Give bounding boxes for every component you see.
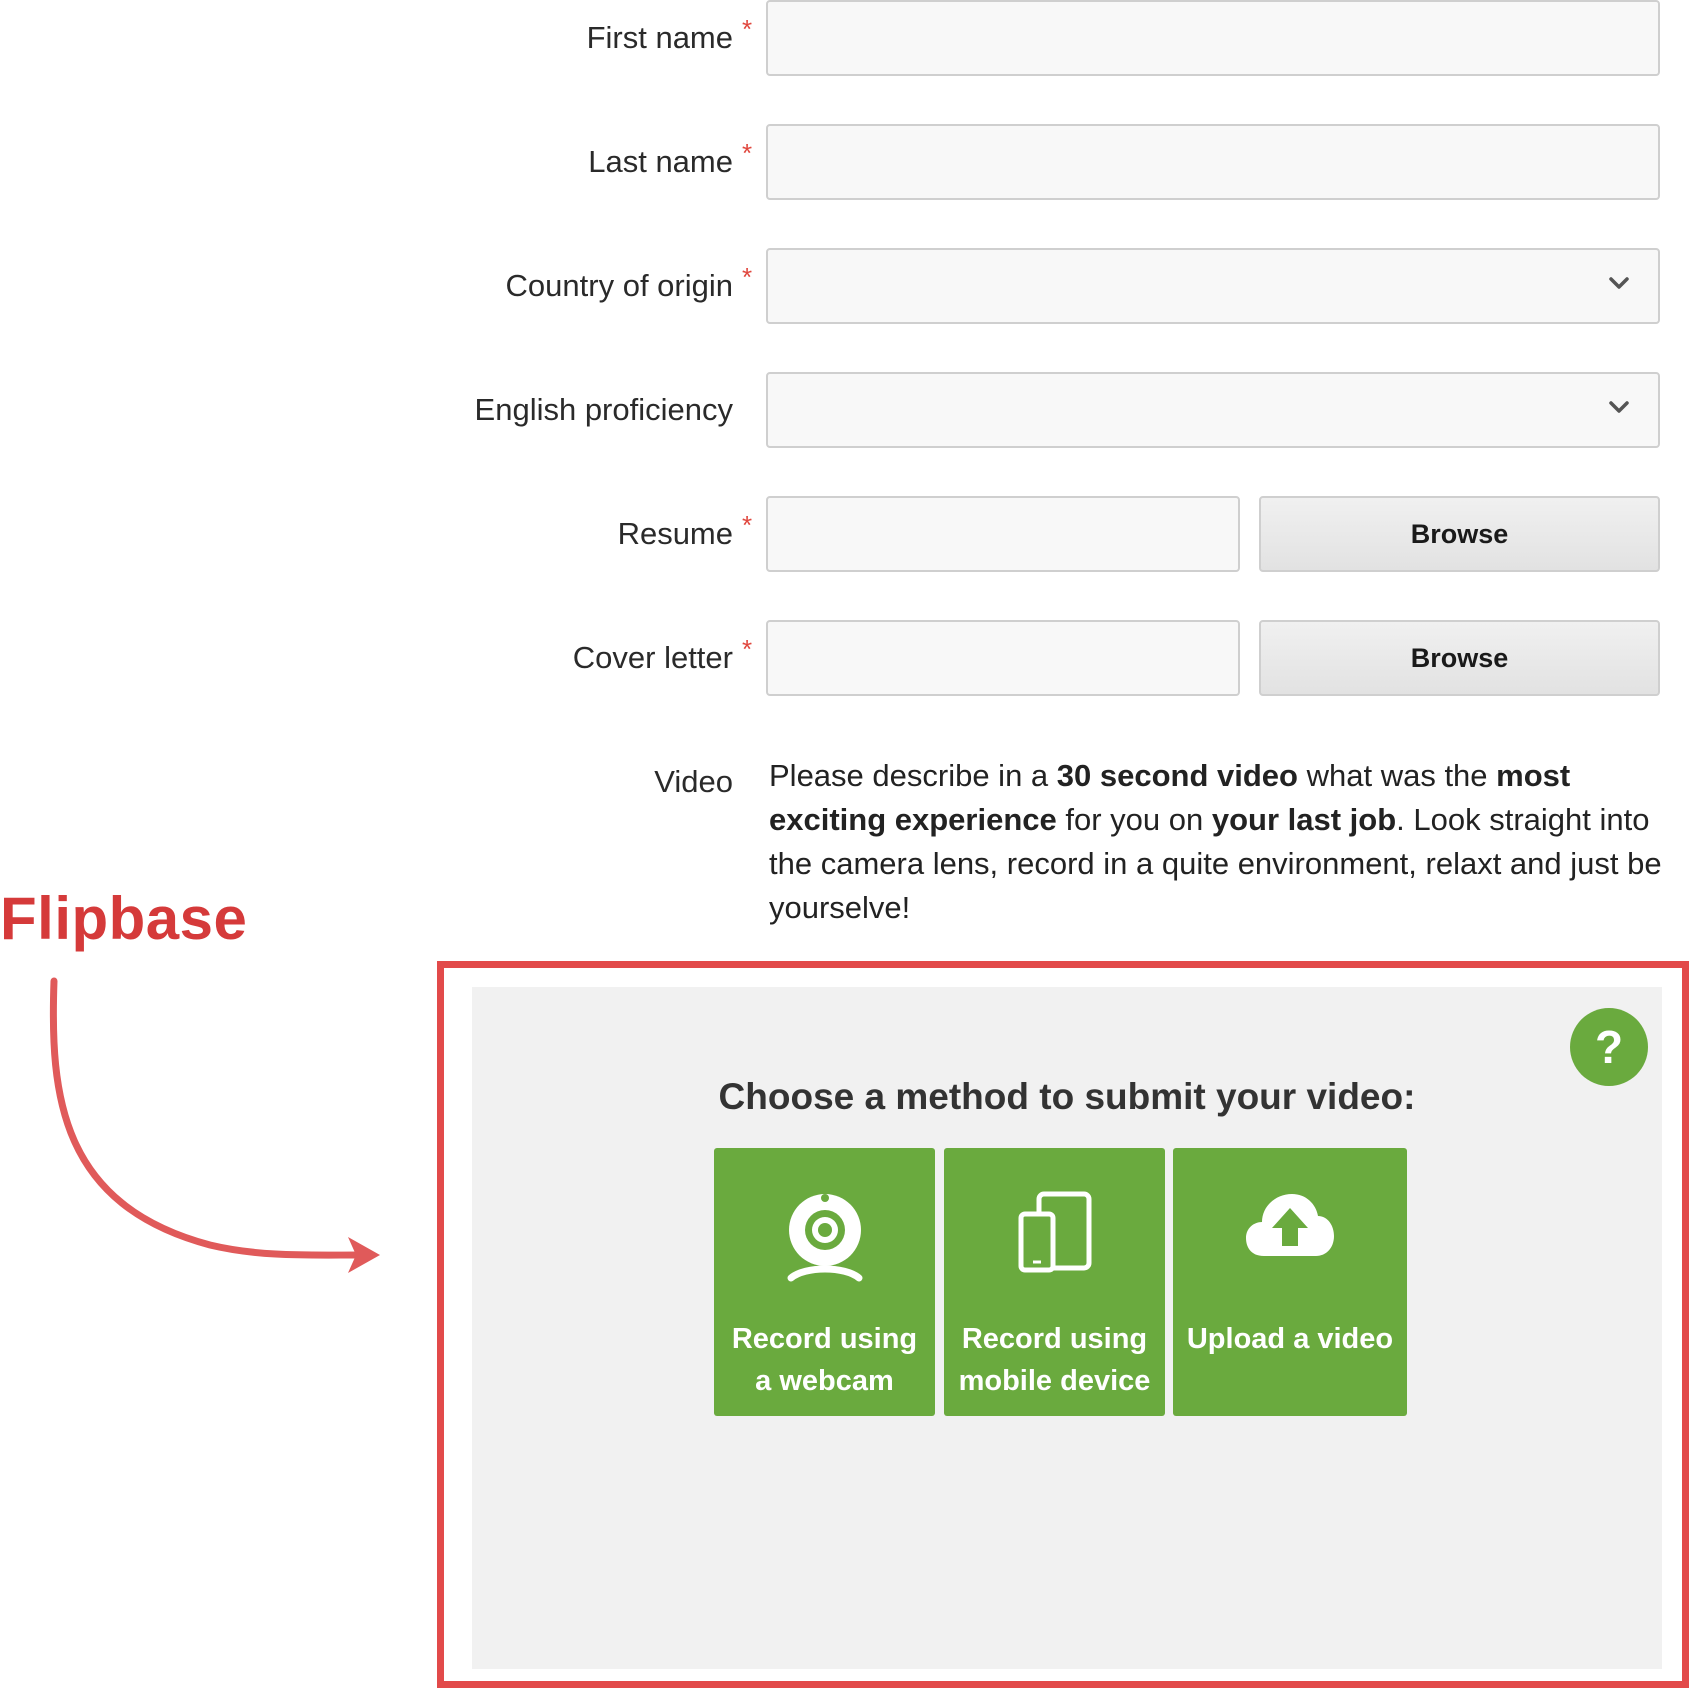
- required-asterisk: *: [742, 262, 753, 292]
- first-name-label: First name: [586, 20, 733, 55]
- description-text: Please describe in a: [769, 758, 1057, 793]
- country-select-box[interactable]: [766, 248, 1660, 324]
- first-name-input[interactable]: [766, 0, 1660, 76]
- method-label: Record using mobile device: [958, 1323, 1151, 1397]
- cover-letter-browse-button[interactable]: Browse: [1259, 620, 1660, 696]
- chevron-down-icon: [1609, 401, 1629, 413]
- curved-arrow-icon: [49, 977, 380, 1273]
- required-asterisk: *: [742, 14, 753, 44]
- required-asterisk: *: [742, 138, 753, 168]
- cover-letter-file-input[interactable]: [766, 620, 1240, 696]
- webcam-icon: [787, 1194, 862, 1282]
- record-webcam-button[interactable]: Record using a webcam: [714, 1148, 935, 1416]
- help-button[interactable]: ?: [1570, 1008, 1648, 1086]
- required-asterisk: *: [742, 634, 753, 664]
- country-select[interactable]: [766, 248, 1660, 324]
- description-text: what was the: [1298, 758, 1497, 793]
- resume-label: Resume: [617, 516, 733, 551]
- required-asterisk: *: [742, 510, 753, 540]
- video-label: Video: [654, 764, 733, 799]
- record-mobile-button[interactable]: Record using mobile device: [944, 1148, 1165, 1416]
- english-proficiency-select[interactable]: [766, 372, 1660, 448]
- method-label: Record using a webcam: [731, 1323, 918, 1397]
- description-bold: your last job: [1211, 802, 1397, 837]
- cover-letter-label: Cover letter: [572, 640, 733, 675]
- cloud-upload-icon: [1246, 1194, 1334, 1256]
- widget-title: Choose a method to submit your video:: [718, 1076, 1416, 1117]
- country-label: Country of origin: [505, 268, 733, 303]
- description-bold: 30 second video: [1056, 758, 1298, 793]
- last-name-input[interactable]: [766, 124, 1660, 200]
- english-proficiency-select-box[interactable]: [766, 372, 1660, 448]
- english-proficiency-label: English proficiency: [474, 392, 733, 427]
- upload-video-button[interactable]: Upload a video: [1173, 1148, 1407, 1416]
- resume-browse-button[interactable]: Browse: [1259, 496, 1660, 572]
- chevron-down-icon: [1609, 277, 1629, 289]
- flipbase-annotation-label: Flipbase: [0, 885, 248, 952]
- description-text: for you on: [1056, 802, 1212, 837]
- method-label: Upload a video: [1186, 1323, 1394, 1355]
- last-name-label: Last name: [588, 144, 733, 179]
- resume-file-input[interactable]: [766, 496, 1240, 572]
- mobile-device-icon: [1018, 1191, 1091, 1273]
- video-description: Please describe in a 30 second video wha…: [769, 754, 1669, 930]
